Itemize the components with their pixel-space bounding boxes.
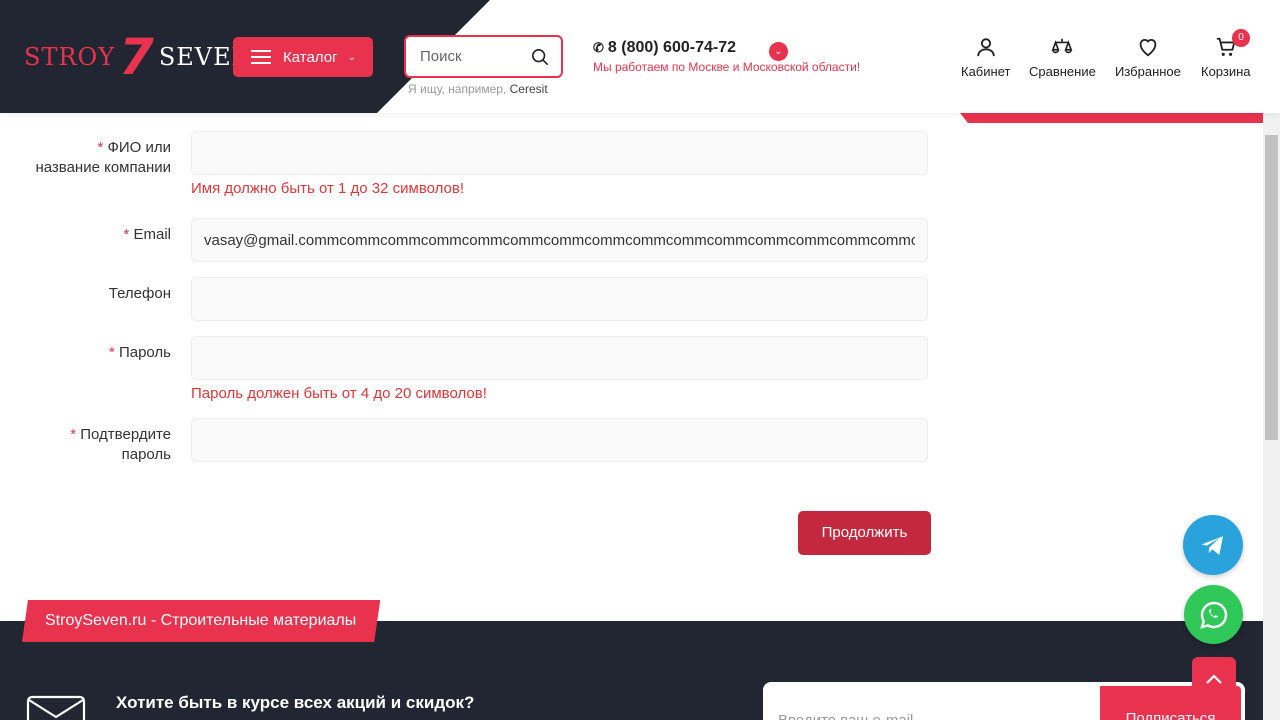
name-error: Имя должно быть от 1 до 32 символов!	[191, 180, 465, 197]
phone-number[interactable]: ✆ 8 (800) 600-74-72	[593, 39, 736, 57]
telegram-icon	[1201, 536, 1223, 555]
heart-icon	[1139, 39, 1157, 57]
phone-dropdown-toggle[interactable]: ⌄	[769, 42, 788, 61]
search-box	[404, 35, 563, 78]
nav-compare[interactable]: Сравнение	[1029, 36, 1096, 79]
phone-label: Телефон	[108, 285, 171, 302]
chevron-down-icon: ⌄	[347, 51, 356, 63]
confirm-password-label: * Подтвердите пароль	[70, 426, 171, 463]
catalog-label: Каталог	[283, 48, 338, 66]
password-error: Пароль должен быть от 4 до 20 символов!	[191, 385, 487, 402]
header-accent-strip	[960, 113, 1263, 123]
site-header: STROY 7 SEVEN Каталог ⌄ Я ищу, например,…	[0, 0, 1280, 113]
nav-cabinet-label: Кабинет	[961, 64, 1011, 79]
password-field[interactable]	[191, 336, 928, 380]
nav-favorites[interactable]: Избранное	[1115, 36, 1181, 79]
region-text: Мы работаем по Москве и Московской облас…	[593, 60, 861, 74]
name-label: * ФИО или название компании	[35, 139, 171, 176]
nav-cart-label: Корзина	[1201, 64, 1251, 79]
scroll-to-top-button[interactable]	[1192, 657, 1236, 701]
user-icon	[977, 38, 995, 57]
search-icon[interactable]	[531, 48, 549, 66]
cart-count-badge: 0	[1232, 29, 1250, 47]
name-field[interactable]	[191, 131, 928, 175]
menu-icon	[251, 50, 271, 64]
phone-field[interactable]	[191, 277, 928, 321]
search-hint-example[interactable]: Ceresit	[510, 82, 548, 96]
search-hint-prefix: Я ищу, например,	[408, 82, 507, 96]
whatsapp-icon	[1199, 601, 1227, 629]
whatsapp-button[interactable]	[1184, 585, 1243, 644]
nav-compare-label: Сравнение	[1029, 64, 1096, 79]
subscribe-email-input[interactable]	[763, 682, 1103, 720]
subscribe-text: Хотите быть в курсе всех акций и скидок?	[116, 693, 475, 712]
site-logo[interactable]: STROY 7 SEVEN	[24, 28, 254, 86]
phone-text: 8 (800) 600-74-72	[607, 39, 736, 56]
logo-text-stroy: STROY	[24, 43, 116, 71]
phone-icon: ✆	[593, 40, 604, 55]
mail-icon	[26, 695, 86, 720]
search-hint: Я ищу, например, Ceresit	[408, 82, 548, 96]
confirm-password-field[interactable]	[191, 418, 928, 462]
logo-number: 7	[119, 28, 155, 86]
nav-cabinet[interactable]: Кабинет	[961, 36, 1010, 79]
scrollbar-thumb[interactable]	[1265, 135, 1278, 440]
nav-favorites-label: Избранное	[1115, 64, 1181, 79]
telegram-button[interactable]	[1183, 515, 1243, 575]
email-field[interactable]	[191, 218, 928, 262]
compare-icon	[1052, 38, 1073, 54]
footer-site-tag: StroySeven.ru - Строительные материалы	[22, 600, 380, 642]
email-label: * Email	[123, 226, 171, 243]
password-label: * Пароль	[108, 344, 171, 361]
catalog-button[interactable]: Каталог ⌄	[233, 37, 373, 77]
search-input[interactable]	[420, 48, 530, 65]
continue-button[interactable]: Продолжить	[798, 511, 931, 555]
chevron-up-icon	[1206, 674, 1222, 684]
